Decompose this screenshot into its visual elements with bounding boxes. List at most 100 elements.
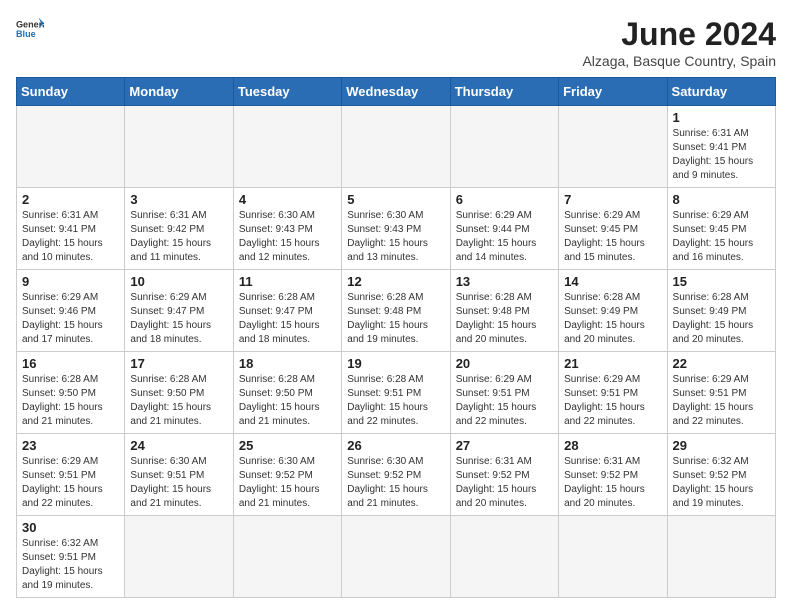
day-number: 7: [564, 192, 661, 207]
calendar-cell: 9 Sunrise: 6:29 AM Sunset: 9:46 PM Daylig…: [17, 270, 125, 352]
day-number: 25: [239, 438, 336, 453]
calendar-cell: 11 Sunrise: 6:28 AM Sunset: 9:47 PM Dayli…: [233, 270, 341, 352]
week-row-3: 9 Sunrise: 6:29 AM Sunset: 9:46 PM Daylig…: [17, 270, 776, 352]
day-number: 30: [22, 520, 119, 535]
calendar-cell: [125, 106, 233, 188]
header-wednesday: Wednesday: [342, 78, 450, 106]
day-number: 23: [22, 438, 119, 453]
calendar-cell: 24 Sunrise: 6:30 AM Sunset: 9:51 PM Dayli…: [125, 434, 233, 516]
calendar-cell: 15 Sunrise: 6:28 AM Sunset: 9:49 PM Dayli…: [667, 270, 775, 352]
day-number: 29: [673, 438, 770, 453]
day-number: 19: [347, 356, 444, 371]
calendar-cell: 21 Sunrise: 6:29 AM Sunset: 9:51 PM Dayli…: [559, 352, 667, 434]
cell-sun-info: Sunrise: 6:28 AM Sunset: 9:47 PM Dayligh…: [239, 291, 336, 347]
header: General Blue June 2024 Alzaga, Basque Co…: [16, 16, 776, 69]
day-number: 5: [347, 192, 444, 207]
week-row-1: 1 Sunrise: 6:31 AM Sunset: 9:41 PM Daylig…: [17, 106, 776, 188]
calendar-cell: 12Sunrise: 6:28 AM Sunset: 9:48 PM Dayli…: [342, 270, 450, 352]
day-number: 2: [22, 192, 119, 207]
month-year-title: June 2024: [582, 16, 776, 53]
cell-sun-info: Sunrise: 6:28 AM Sunset: 9:49 PM Dayligh…: [673, 291, 770, 347]
header-thursday: Thursday: [450, 78, 558, 106]
cell-sun-info: Sunrise: 6:29 AM Sunset: 9:51 PM Dayligh…: [564, 373, 661, 429]
cell-sun-info: Sunrise: 6:28 AM Sunset: 9:50 PM Dayligh…: [239, 373, 336, 429]
cell-sun-info: Sunrise: 6:28 AM Sunset: 9:49 PM Dayligh…: [564, 291, 661, 347]
calendar-cell: [125, 516, 233, 598]
cell-sun-info: Sunrise: 6:29 AM Sunset: 9:46 PM Dayligh…: [22, 291, 119, 347]
cell-sun-info: Sunrise: 6:31 AM Sunset: 9:52 PM Dayligh…: [456, 455, 553, 511]
day-number: 15: [673, 274, 770, 289]
svg-text:General: General: [16, 19, 44, 29]
cell-sun-info: Sunrise: 6:29 AM Sunset: 9:51 PM Dayligh…: [456, 373, 553, 429]
week-row-5: 23 Sunrise: 6:29 AM Sunset: 9:51 PM Dayli…: [17, 434, 776, 516]
location-subtitle: Alzaga, Basque Country, Spain: [582, 53, 776, 69]
calendar-cell: 18 Sunrise: 6:28 AM Sunset: 9:50 PM Dayli…: [233, 352, 341, 434]
calendar-cell: 27 Sunrise: 6:31 AM Sunset: 9:52 PM Dayli…: [450, 434, 558, 516]
cell-sun-info: Sunrise: 6:30 AM Sunset: 9:52 PM Dayligh…: [239, 455, 336, 511]
cell-sun-info: Sunrise: 6:29 AM Sunset: 9:51 PM Dayligh…: [22, 455, 119, 511]
cell-sun-info: Sunrise: 6:29 AM Sunset: 9:47 PM Dayligh…: [130, 291, 227, 347]
week-row-4: 16 Sunrise: 6:28 AM Sunset: 9:50 PM Dayli…: [17, 352, 776, 434]
cell-sun-info: Sunrise: 6:30 AM Sunset: 9:43 PM Dayligh…: [347, 209, 444, 265]
cell-sun-info: Sunrise: 6:29 AM Sunset: 9:45 PM Dayligh…: [564, 209, 661, 265]
cell-sun-info: Sunrise: 6:31 AM Sunset: 9:42 PM Dayligh…: [130, 209, 227, 265]
day-number: 26: [347, 438, 444, 453]
day-number: 11: [239, 274, 336, 289]
calendar-cell: 5 Sunrise: 6:30 AM Sunset: 9:43 PM Daylig…: [342, 188, 450, 270]
calendar-cell: 14Sunrise: 6:28 AM Sunset: 9:49 PM Dayli…: [559, 270, 667, 352]
day-number: 4: [239, 192, 336, 207]
calendar-cell: 10Sunrise: 6:29 AM Sunset: 9:47 PM Dayli…: [125, 270, 233, 352]
cell-sun-info: Sunrise: 6:28 AM Sunset: 9:48 PM Dayligh…: [347, 291, 444, 347]
day-number: 17: [130, 356, 227, 371]
calendar-cell: [450, 516, 558, 598]
cell-sun-info: Sunrise: 6:29 AM Sunset: 9:51 PM Dayligh…: [673, 373, 770, 429]
week-row-6: 30Sunrise: 6:32 AM Sunset: 9:51 PM Dayli…: [17, 516, 776, 598]
calendar-cell: 23 Sunrise: 6:29 AM Sunset: 9:51 PM Dayli…: [17, 434, 125, 516]
day-number: 6: [456, 192, 553, 207]
cell-sun-info: Sunrise: 6:29 AM Sunset: 9:45 PM Dayligh…: [673, 209, 770, 265]
calendar-cell: 22 Sunrise: 6:29 AM Sunset: 9:51 PM Dayli…: [667, 352, 775, 434]
calendar-cell: [233, 106, 341, 188]
cell-sun-info: Sunrise: 6:30 AM Sunset: 9:43 PM Dayligh…: [239, 209, 336, 265]
calendar-cell: 1 Sunrise: 6:31 AM Sunset: 9:41 PM Daylig…: [667, 106, 775, 188]
day-number: 21: [564, 356, 661, 371]
day-number: 27: [456, 438, 553, 453]
calendar-cell: [342, 106, 450, 188]
calendar-cell: 25 Sunrise: 6:30 AM Sunset: 9:52 PM Dayli…: [233, 434, 341, 516]
cell-sun-info: Sunrise: 6:28 AM Sunset: 9:48 PM Dayligh…: [456, 291, 553, 347]
calendar-cell: 16Sunrise: 6:28 AM Sunset: 9:50 PM Dayli…: [17, 352, 125, 434]
day-number: 22: [673, 356, 770, 371]
calendar-cell: 30Sunrise: 6:32 AM Sunset: 9:51 PM Dayli…: [17, 516, 125, 598]
day-number: 24: [130, 438, 227, 453]
calendar-cell: [559, 106, 667, 188]
day-number: 9: [22, 274, 119, 289]
calendar-table: Sunday Monday Tuesday Wednesday Thursday…: [16, 77, 776, 598]
day-number: 13: [456, 274, 553, 289]
header-tuesday: Tuesday: [233, 78, 341, 106]
calendar-cell: 29 Sunrise: 6:32 AM Sunset: 9:52 PM Dayli…: [667, 434, 775, 516]
calendar-cell: 7 Sunrise: 6:29 AM Sunset: 9:45 PM Daylig…: [559, 188, 667, 270]
day-number: 28: [564, 438, 661, 453]
cell-sun-info: Sunrise: 6:31 AM Sunset: 9:52 PM Dayligh…: [564, 455, 661, 511]
calendar-cell: [342, 516, 450, 598]
cell-sun-info: Sunrise: 6:32 AM Sunset: 9:52 PM Dayligh…: [673, 455, 770, 511]
cell-sun-info: Sunrise: 6:30 AM Sunset: 9:51 PM Dayligh…: [130, 455, 227, 511]
header-monday: Monday: [125, 78, 233, 106]
cell-sun-info: Sunrise: 6:31 AM Sunset: 9:41 PM Dayligh…: [673, 127, 770, 183]
day-number: 20: [456, 356, 553, 371]
header-sunday: Sunday: [17, 78, 125, 106]
calendar-cell: 20 Sunrise: 6:29 AM Sunset: 9:51 PM Dayli…: [450, 352, 558, 434]
cell-sun-info: Sunrise: 6:31 AM Sunset: 9:41 PM Dayligh…: [22, 209, 119, 265]
generalblue-logo-icon: General Blue: [16, 16, 44, 40]
title-area: June 2024 Alzaga, Basque Country, Spain: [582, 16, 776, 69]
calendar-cell: 4 Sunrise: 6:30 AM Sunset: 9:43 PM Daylig…: [233, 188, 341, 270]
calendar-cell: 19 Sunrise: 6:28 AM Sunset: 9:51 PM Dayli…: [342, 352, 450, 434]
day-number: 3: [130, 192, 227, 207]
day-number: 16: [22, 356, 119, 371]
calendar-cell: [450, 106, 558, 188]
cell-sun-info: Sunrise: 6:28 AM Sunset: 9:51 PM Dayligh…: [347, 373, 444, 429]
day-number: 18: [239, 356, 336, 371]
day-number: 1: [673, 110, 770, 125]
calendar-cell: 17 Sunrise: 6:28 AM Sunset: 9:50 PM Dayli…: [125, 352, 233, 434]
cell-sun-info: Sunrise: 6:28 AM Sunset: 9:50 PM Dayligh…: [130, 373, 227, 429]
